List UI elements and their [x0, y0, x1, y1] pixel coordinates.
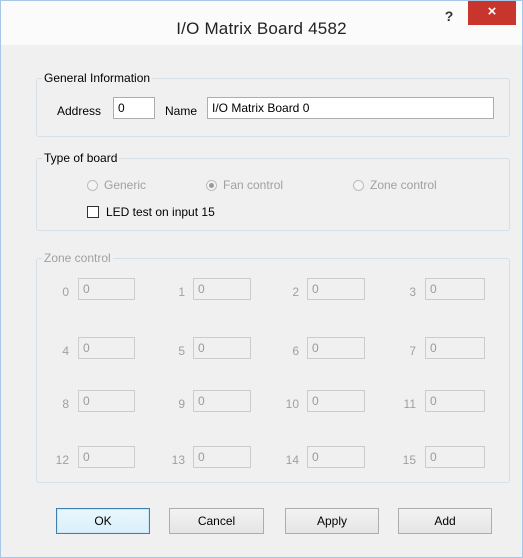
- radio-generic-indicator: [87, 179, 98, 191]
- zone-label: 12: [55, 453, 69, 467]
- radio-fan-control-label: Fan control: [223, 178, 284, 192]
- zone-input[interactable]: 0: [425, 337, 485, 359]
- zone-input[interactable]: 0: [193, 278, 251, 300]
- title-bar[interactable]: I/O Matrix Board 4582 ? ×: [1, 1, 522, 45]
- zone-label: 13: [171, 453, 185, 467]
- zone-label: 11: [403, 397, 416, 411]
- zone-input[interactable]: 0: [78, 390, 135, 412]
- add-button[interactable]: Add: [398, 508, 492, 534]
- zone-input[interactable]: 0: [78, 337, 135, 359]
- zone-label: 8: [62, 397, 69, 411]
- address-label: Address: [57, 104, 102, 118]
- zone-label: 0: [62, 285, 69, 299]
- zone-label: 5: [178, 344, 185, 358]
- zone-label: 6: [292, 344, 299, 358]
- radio-zone-control[interactable]: Zone control: [353, 178, 437, 192]
- zone-label: 4: [62, 344, 69, 358]
- name-input[interactable]: I/O Matrix Board 0: [207, 97, 494, 119]
- general-information-legend: General Information: [44, 71, 151, 85]
- zone-input[interactable]: 0: [425, 390, 485, 412]
- zone-label: 1: [178, 285, 185, 299]
- close-icon: ×: [487, 3, 497, 20]
- radio-zone-control-label: Zone control: [370, 178, 437, 192]
- address-input[interactable]: 0: [113, 97, 155, 119]
- help-button[interactable]: ?: [438, 5, 460, 29]
- zone-label: 10: [285, 397, 299, 411]
- zone-input[interactable]: 0: [307, 278, 365, 300]
- zone-control-legend: Zone control: [44, 251, 111, 265]
- name-label: Name: [165, 104, 198, 118]
- zone-input[interactable]: 0: [193, 337, 251, 359]
- zone-input[interactable]: 0: [425, 278, 485, 300]
- radio-fan-control[interactable]: Fan control: [206, 178, 283, 192]
- led-test-label: LED test on input 15: [106, 205, 215, 219]
- zone-input[interactable]: 0: [307, 446, 365, 468]
- led-test-checkbox-box: [87, 206, 99, 218]
- zone-input[interactable]: 0: [78, 278, 135, 300]
- zone-label: 15: [402, 453, 416, 467]
- radio-zone-control-indicator: [353, 179, 364, 191]
- zone-label: 7: [409, 344, 416, 358]
- zone-label: 2: [292, 285, 299, 299]
- zone-label: 3: [409, 285, 416, 299]
- zone-label: 14: [285, 453, 299, 467]
- apply-button[interactable]: Apply: [285, 508, 379, 534]
- radio-generic[interactable]: Generic: [87, 178, 146, 192]
- zone-label: 9: [178, 397, 185, 411]
- type-of-board-legend: Type of board: [44, 151, 118, 165]
- zone-input[interactable]: 0: [425, 446, 485, 468]
- radio-generic-label: Generic: [104, 178, 147, 192]
- zone-input[interactable]: 0: [193, 446, 251, 468]
- zone-input[interactable]: 0: [78, 446, 135, 468]
- cancel-button[interactable]: Cancel: [169, 508, 264, 534]
- radio-fan-control-indicator: [206, 179, 217, 191]
- zone-input[interactable]: 0: [307, 337, 365, 359]
- ok-button[interactable]: OK: [56, 508, 150, 534]
- led-test-checkbox[interactable]: LED test on input 15: [87, 205, 215, 219]
- dialog-window: I/O Matrix Board 4582 ? × General Inform…: [0, 0, 523, 558]
- close-button[interactable]: ×: [468, 1, 516, 25]
- zone-input[interactable]: 0: [193, 390, 251, 412]
- zone-input[interactable]: 0: [307, 390, 365, 412]
